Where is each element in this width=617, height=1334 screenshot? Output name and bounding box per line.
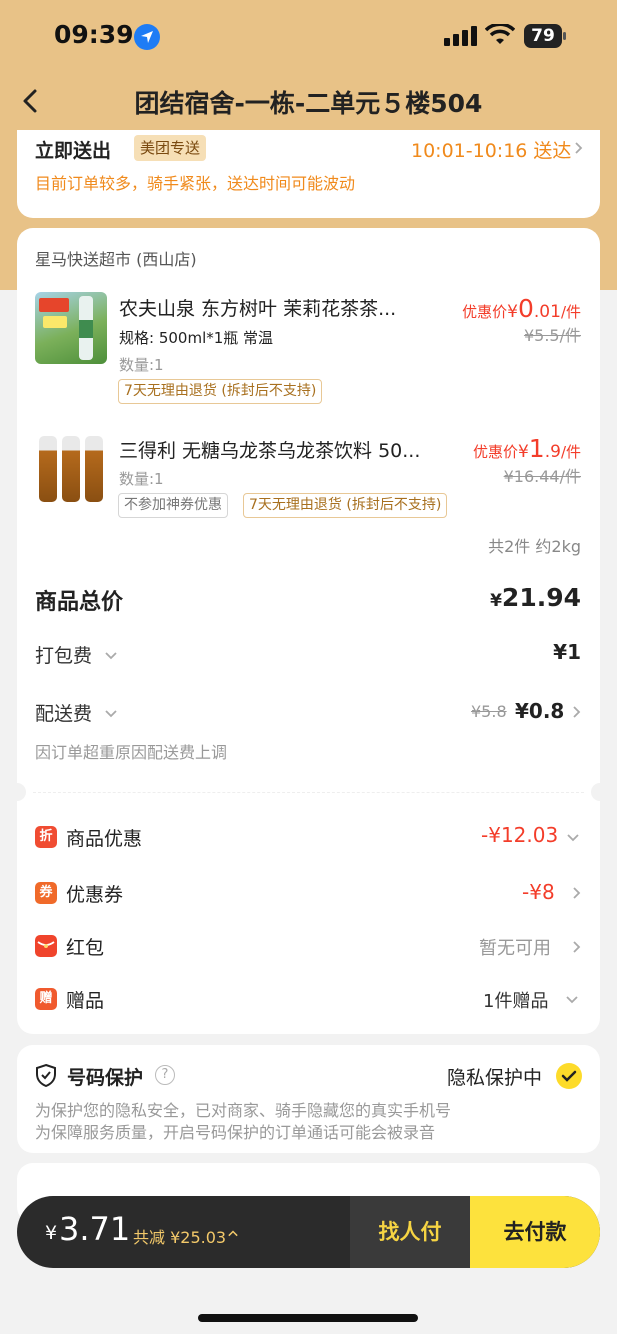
delivery-label: 立即送出 [35,140,112,162]
subtotal-label: 商品总价 [35,590,124,615]
delivery-fee-note: 因订单超重原因配送费上调 [35,743,228,762]
item-1-spec: 规格: 500ml*1瓶 常温 [119,329,274,347]
pay-button[interactable]: 去付款 [470,1196,600,1268]
packing-fee-label[interactable]: 打包费 [35,641,92,668]
privacy-toggle-check-icon[interactable] [556,1063,582,1089]
delivery-time-window[interactable]: 10:01-10:16 送达 [411,136,571,163]
gift-icon: 赠 [35,988,57,1010]
delivery-fee-label[interactable]: 配送费 [35,699,92,726]
delivery-card[interactable]: 立即送出 美团专送 10:01-10:16 送达 目前订单较多，骑手紧张，送达时… [17,130,600,218]
delivery-fee-original: ¥5.8 [471,702,507,721]
privacy-card: 号码保护 ? 隐私保护中 为保护您的隐私安全，已对商家、骑手隐藏您的真实手机号 … [17,1045,600,1153]
delivery-fee-value[interactable]: ¥0.8 [515,699,564,723]
item-1-qty: 数量:1 [119,356,164,374]
ticket-divider [8,782,609,804]
chevron-down-icon[interactable] [567,831,579,843]
help-icon[interactable]: ? [155,1065,175,1085]
total-currency: ¥ [45,1222,58,1244]
subtotal-amount: ¥21.94 [490,583,581,612]
page-title: 团结宿舍-一栋-二单元５楼504 [134,89,483,118]
order-card: 星马快送超市 (西山店) 农夫山泉 东方树叶 茉莉花茶茶... 规格: 500m… [17,228,600,782]
item-2-qty: 数量:1 [119,470,164,488]
chevron-down-icon[interactable] [105,707,117,719]
wifi-icon [485,24,515,44]
chevron-right-icon [575,142,583,154]
product-discount-label[interactable]: 商品优惠 [66,824,142,851]
privacy-line-2: 为保障服务质量，开启号码保护的订单通话可能会被录音 [35,1123,436,1142]
discounts-card: 折 商品优惠 -¥12.03 券 优惠券 -¥8 红包 暂无可用 赠 赠品 1件… [17,804,600,1034]
red-envelope-icon [35,935,57,957]
product-discount-value[interactable]: -¥12.03 [481,823,558,847]
item-1-tag-return: 7天无理由退货 (拆封后不支持) [118,379,323,404]
privacy-line-1: 为保护您的隐私安全，已对商家、骑手隐藏您的真实手机号 [35,1101,452,1120]
coupon-label[interactable]: 优惠券 [66,880,123,907]
payment-bar: ¥ 3.71 共减 ¥25.03 找人付 去付款 [17,1196,600,1268]
location-arrow-icon [134,24,160,50]
item-2-tag-return: 7天无理由退货 (拆封后不支持) [243,493,448,518]
product-image-oolong-tea[interactable] [35,432,107,504]
home-indicator[interactable] [198,1314,418,1322]
item-2-price: 优惠价¥1.9/件 [472,434,581,463]
coupon-value[interactable]: -¥8 [522,880,555,904]
chevron-down-icon[interactable] [105,649,117,661]
item-2-tag-no-coupon: 不参加神券优惠 [118,493,228,518]
nav-bar: 团结宿舍-一栋-二单元５楼504 [0,72,617,130]
total-saved[interactable]: 共减 ¥25.03 [133,1224,226,1248]
chevron-right-icon [573,941,581,953]
privacy-title: 号码保护 [67,1067,144,1089]
item-1-title[interactable]: 农夫山泉 东方树叶 茉莉花茶茶... [119,294,396,321]
item-2-original-price: ¥16.44/件 [503,467,581,486]
gift-label[interactable]: 赠品 [66,986,104,1013]
item-1-price: 优惠价¥0.01/件 [462,294,581,323]
status-bar: 09:39 79 [0,0,617,72]
red-envelope-label[interactable]: 红包 [66,933,104,960]
item-2-title[interactable]: 三得利 无糖乌龙茶乌龙茶饮料 50... [119,436,420,463]
packing-fee-value: ¥1 [553,640,581,664]
battery-tip [563,32,566,40]
total-amount: 3.71 [59,1210,131,1248]
chevron-right-icon [573,706,581,718]
battery-icon: 79 [524,24,562,48]
meituan-delivery-badge: 美团专送 [134,135,207,161]
store-name[interactable]: 星马快送超市 (西山店) [35,246,197,270]
item-1-original-price: ¥5.5/件 [523,326,581,345]
discount-tag-icon: 折 [35,826,57,848]
chevron-right-icon [573,887,581,899]
privacy-status: 隐私保护中 [447,1067,543,1089]
chevron-down-icon[interactable] [566,993,578,1005]
shield-icon [36,1063,56,1087]
chevron-up-icon[interactable] [228,1229,238,1239]
red-envelope-value[interactable]: 暂无可用 [479,934,551,960]
cellular-signal-icon [444,26,477,46]
find-friend-pay-button[interactable]: 找人付 [350,1196,470,1268]
item-count-weight: 共2件 约2kg [488,537,581,556]
delivery-notice: 目前订单较多，骑手紧张，送达时间可能波动 [35,174,356,193]
coupon-icon: 券 [35,882,57,904]
status-time: 09:39 [54,20,134,49]
gift-value[interactable]: 1件赠品 [483,987,548,1013]
product-image-jasmine-tea[interactable] [35,292,107,364]
